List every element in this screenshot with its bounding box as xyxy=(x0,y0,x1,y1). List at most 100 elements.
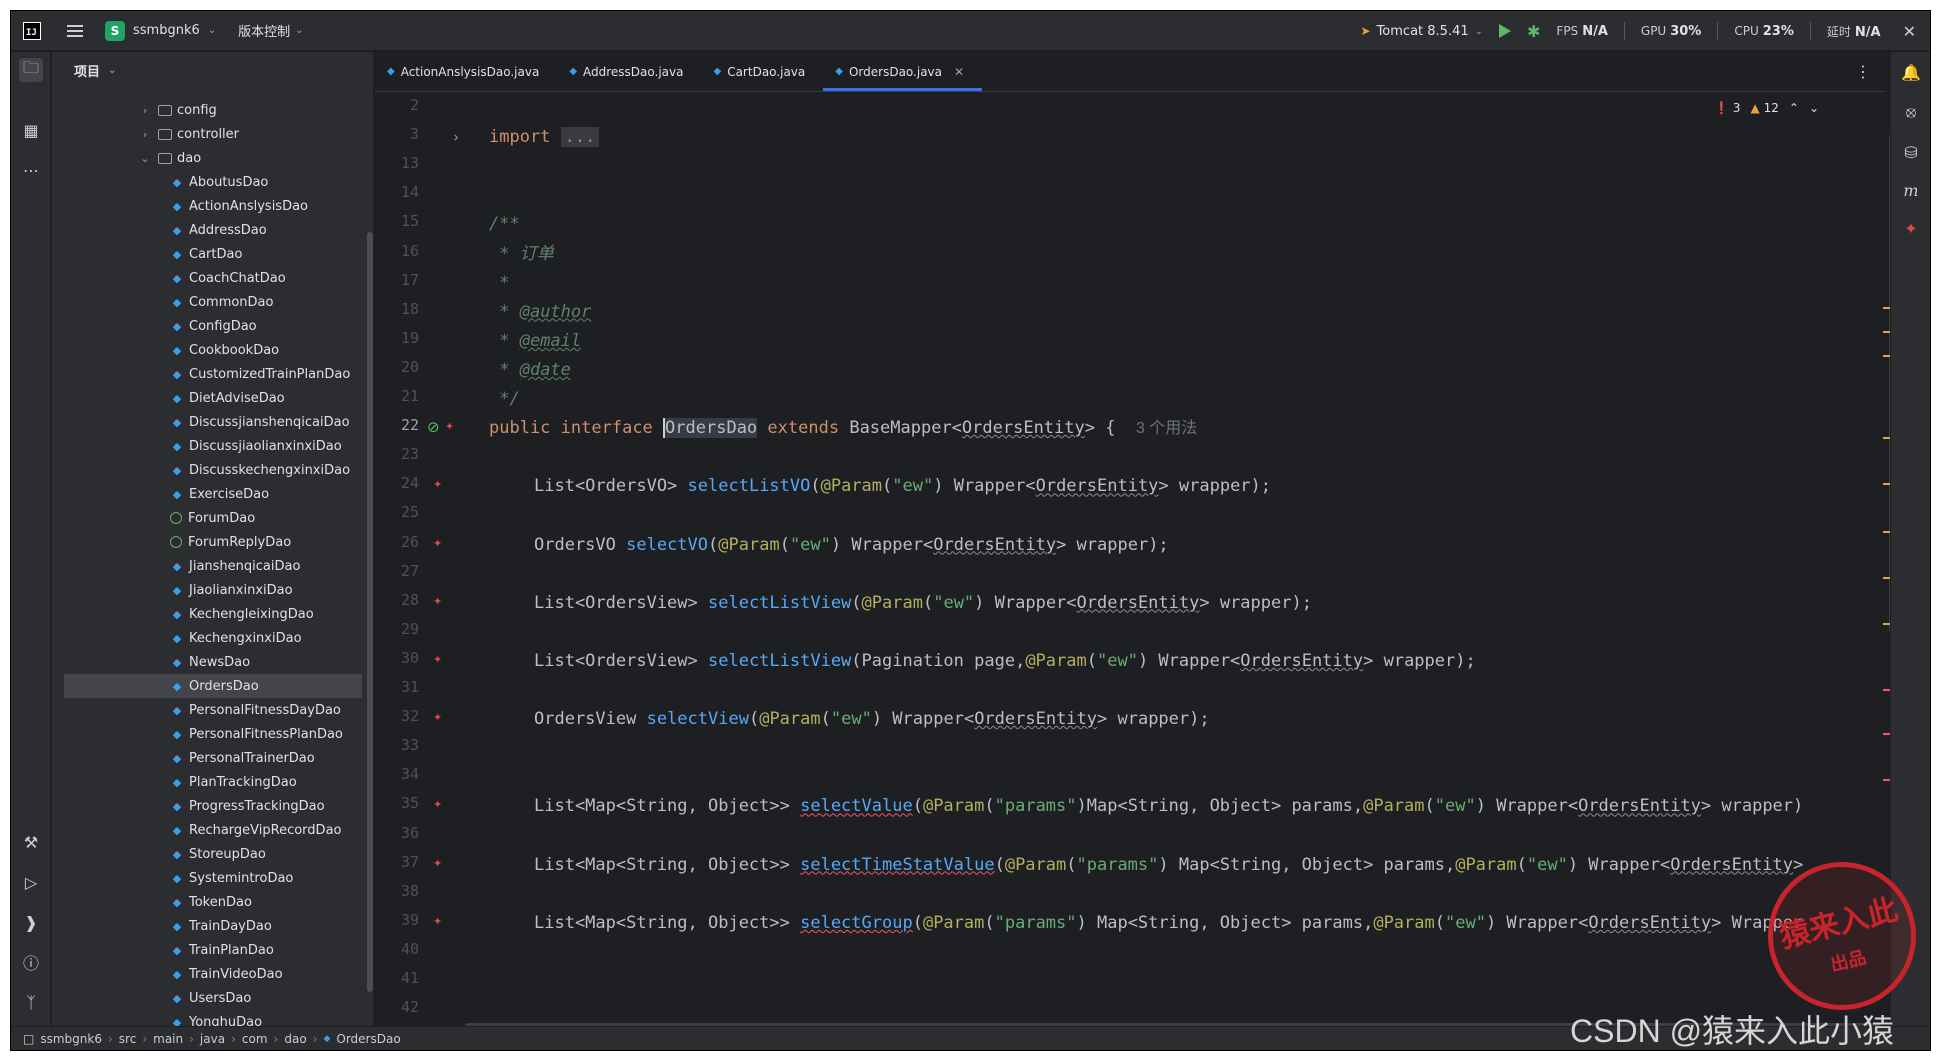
tree-item-trainvideodao[interactable]: ◆ TrainVideoDao xyxy=(52,962,366,986)
tree-item-systemintrodao[interactable]: ◆ SystemintroDao xyxy=(52,866,366,890)
tree-item-usersdao[interactable]: ◆ UsersDao xyxy=(52,986,366,1010)
mybatis-bird-icon[interactable]: ✦ xyxy=(433,653,442,666)
problems-icon[interactable]: ⓘ xyxy=(19,950,43,974)
tree-item-discussjiaolianxinxidao[interactable]: ◆ DiscussjiaolianxinxiDao xyxy=(52,434,366,458)
tree-item-dietadvisedao[interactable]: ◆ DietAdviseDao xyxy=(52,386,366,410)
breadcrumb-item[interactable]: dao xyxy=(284,1032,306,1046)
tree-item-configdao[interactable]: ◆ ConfigDao xyxy=(52,314,366,338)
mybatis-bird-icon[interactable]: ✦ xyxy=(433,478,442,491)
mybatis-bird-icon[interactable]: ✦ xyxy=(433,537,442,550)
tree-item-ordersdao[interactable]: ◆ OrdersDao xyxy=(64,674,362,698)
run-icon[interactable] xyxy=(1499,24,1512,38)
tab-cartdao[interactable]: ◆ CartDao.java xyxy=(702,52,824,91)
tree-item-discussjianshenqicaidao[interactable]: ◆ DiscussjianshenqicaiDao xyxy=(52,410,366,434)
chevron-up-icon[interactable]: ⌃ xyxy=(1789,101,1799,115)
inspection-widget[interactable]: ❗ 3 ▲ 12 ⌃ ⌄ xyxy=(1714,101,1819,115)
tree-item-customizedtrainplandao[interactable]: ◆ CustomizedTrainPlanDao xyxy=(52,362,366,386)
project-switcher[interactable]: S ssmbgnk6 ⌄ xyxy=(105,20,216,41)
tab-addressdao[interactable]: ◆ AddressDao.java xyxy=(557,52,701,91)
tree-item-config[interactable]: › config xyxy=(52,98,366,122)
code-line[interactable]: * @date xyxy=(489,358,571,382)
code-line[interactable]: * @email xyxy=(489,329,581,353)
breadcrumb-item[interactable]: main xyxy=(153,1032,183,1046)
mybatis-bird-icon[interactable]: ✦ xyxy=(433,857,442,870)
tree-item-personaltrainerdao[interactable]: ◆ PersonalTrainerDao xyxy=(52,746,366,770)
code-editor[interactable]: 2 3 13 14 15 16 17 18 19 20 21 22 23 24 25 26 27 28 29 30 31… xyxy=(375,93,1897,1031)
code-line[interactable]: * xyxy=(489,271,509,295)
close-icon[interactable]: ✕ xyxy=(954,65,964,79)
tree-item-forumreplydao[interactable]: ForumReplyDao xyxy=(52,530,366,554)
tab-actionanslysisdao[interactable]: ◆ ActionAnslysisDao.java xyxy=(375,52,557,91)
code-line[interactable]: /** xyxy=(489,212,520,236)
tree-item-tokendao[interactable]: ◆ TokenDao xyxy=(52,890,366,914)
mybatis-bird-icon[interactable]: ✦ xyxy=(445,420,454,433)
chevron-right-icon[interactable]: › xyxy=(138,128,152,141)
tree-item-exercisedao[interactable]: ◆ ExerciseDao xyxy=(52,482,366,506)
tree-item-traindaydao[interactable]: ◆ TrainDayDao xyxy=(52,914,366,938)
mybatis-bird-icon[interactable]: ✦ xyxy=(433,595,442,608)
services-run-icon[interactable]: ▷ xyxy=(19,870,43,894)
mybatis-bird-icon[interactable]: ✦ xyxy=(1899,216,1923,240)
mybatis-bird-icon[interactable]: ✦ xyxy=(433,711,442,724)
code-line[interactable]: List<Map<String, Object>> selectGroup(@P… xyxy=(534,911,1803,935)
main-menu-icon[interactable] xyxy=(67,24,83,37)
code-line[interactable]: import ... xyxy=(489,125,600,149)
tree-item-storeupdao[interactable]: ◆ StoreupDao xyxy=(52,842,366,866)
code-area[interactable]: import .../** * 订单 * * @author * @email … xyxy=(489,93,1889,1031)
code-line[interactable]: * 订单 xyxy=(489,242,553,266)
tree-item-forumdao[interactable]: ForumDao xyxy=(52,506,366,530)
tree-item-kechengleixingdao[interactable]: ◆ KechengleixingDao xyxy=(52,602,366,626)
tree-item-commondao[interactable]: ◆ CommonDao xyxy=(52,290,366,314)
fold-arrow-icon[interactable]: › xyxy=(453,128,459,146)
code-line[interactable]: OrdersView selectView(@Param("ew") Wrapp… xyxy=(534,707,1210,731)
tree-item-coachchatdao[interactable]: ◆ CoachChatDao xyxy=(52,266,366,290)
tree-item-controller[interactable]: › controller xyxy=(52,122,366,146)
tree-item-trainplandao[interactable]: ◆ TrainPlanDao xyxy=(52,938,366,962)
tree-item-kechengxinxidao[interactable]: ◆ KechengxinxiDao xyxy=(52,626,366,650)
code-line[interactable]: public interface OrdersDao extends BaseM… xyxy=(489,416,1197,440)
breadcrumb-item[interactable]: java xyxy=(200,1032,225,1046)
tree-item-dao[interactable]: ⌄ dao xyxy=(52,146,366,170)
tree-item-aboutusdao[interactable]: ◆ AboutusDao xyxy=(52,170,366,194)
tree-item-discusskechengxinxidao[interactable]: ◆ DiscusskechengxinxiDao xyxy=(52,458,366,482)
terminal-icon[interactable]: ❱ xyxy=(19,910,43,934)
more-tools-icon[interactable]: ⋯ xyxy=(19,158,43,182)
code-line[interactable]: OrdersVO selectVO(@Param("ew") Wrapper<O… xyxy=(534,533,1169,557)
code-line[interactable]: List<OrdersView> selectListView(Paginati… xyxy=(534,649,1476,673)
code-line[interactable]: List<OrdersVO> selectListVO(@Param("ew")… xyxy=(534,474,1271,498)
maven-icon[interactable]: m xyxy=(1899,178,1923,202)
database-icon[interactable]: ⛁ xyxy=(1899,140,1923,164)
close-icon[interactable]: ✕ xyxy=(1903,22,1916,41)
mybatis-bird-icon[interactable]: ✦ xyxy=(433,798,442,811)
tree-item-newsdao[interactable]: ◆ NewsDao xyxy=(52,650,366,674)
tree-item-personalfitnessdaydao[interactable]: ◆ PersonalFitnessDayDao xyxy=(52,698,366,722)
chevron-down-icon[interactable]: ⌄ xyxy=(1809,101,1819,115)
code-line[interactable]: List<Map<String, Object>> selectValue(@P… xyxy=(534,794,1803,818)
more-vertical-icon[interactable]: ⋮ xyxy=(1855,62,1871,81)
tree-item-personalfitnessplandao[interactable]: ◆ PersonalFitnessPlanDao xyxy=(52,722,366,746)
tree-item-cartdao[interactable]: ◆ CartDao xyxy=(52,242,366,266)
code-line[interactable]: */ xyxy=(489,387,519,411)
build-hammer-icon[interactable]: ⚒ xyxy=(19,830,43,854)
breadcrumb-item[interactable]: ssmbgnk6 xyxy=(40,1032,102,1046)
tree-item-plantrackingdao[interactable]: ◆ PlanTrackingDao xyxy=(52,770,366,794)
tree-item-actionanslysisdao[interactable]: ◆ ActionAnslysisDao xyxy=(52,194,366,218)
chevron-down-icon[interactable]: ⌄ xyxy=(138,152,152,165)
code-line[interactable]: List<Map<String, Object>> selectTimeStat… xyxy=(534,853,1803,877)
breadcrumb-item[interactable]: OrdersDao xyxy=(336,1032,400,1046)
breadcrumb-item[interactable]: com xyxy=(242,1032,268,1046)
chevron-right-icon[interactable]: › xyxy=(138,104,152,117)
project-scrollbar[interactable] xyxy=(367,232,373,992)
ai-assistant-icon[interactable]: ⦻ xyxy=(1899,100,1923,124)
notifications-bell-icon[interactable]: 🔔 xyxy=(1899,60,1923,84)
tree-item-jiaolianxinxidao[interactable]: ◆ JiaolianxinxiDao xyxy=(52,578,366,602)
debug-icon[interactable]: ✱ xyxy=(1527,22,1540,41)
git-branch-icon[interactable]: ᛉ xyxy=(19,990,43,1014)
tree-item-jianshenqicaidao[interactable]: ◆ JianshenqicaiDao xyxy=(52,554,366,578)
tree-item-cookbookdao[interactable]: ◆ CookbookDao xyxy=(52,338,366,362)
tree-item-rechargeviprecorddao[interactable]: ◆ RechargeVipRecordDao xyxy=(52,818,366,842)
implemented-icon[interactable]: ⊘ xyxy=(427,418,440,436)
run-config-selector[interactable]: ➤ Tomcat 8.5.41 ⌄ xyxy=(1361,24,1484,39)
mybatis-bird-icon[interactable]: ✦ xyxy=(433,915,442,928)
code-line[interactable]: List<OrdersView> selectListView(@Param("… xyxy=(534,591,1312,615)
